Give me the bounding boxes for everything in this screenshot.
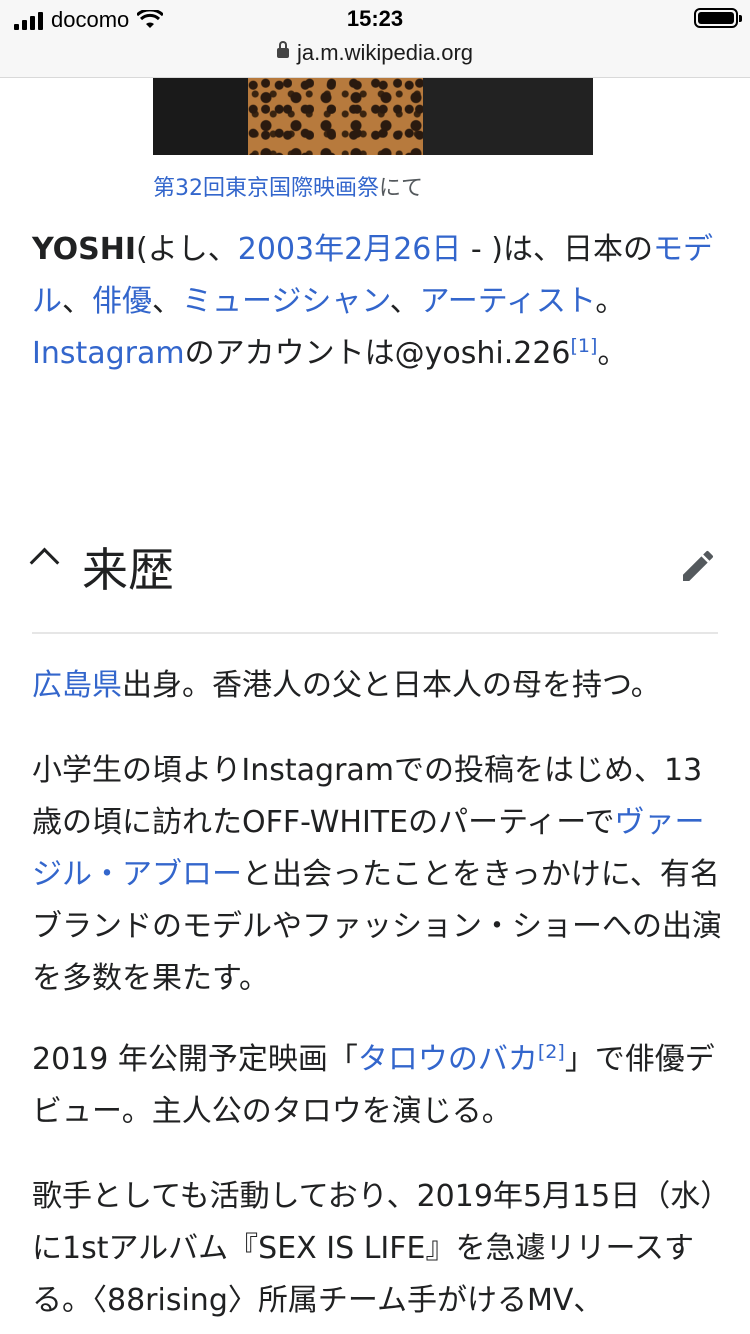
status-bar: docomo 15:23 ja.m.wikipedia.org (0, 0, 750, 78)
image-dark-area (423, 78, 593, 155)
p4-text: 歌手としても活動しており、2019年5月15日（水）に1stアルバム『SEX I… (32, 1179, 716, 1318)
reference-2[interactable]: [2] (538, 1041, 565, 1063)
instagram-link[interactable]: Instagram (32, 336, 185, 371)
caption-link[interactable]: 第32回東京国際映画祭 (153, 176, 379, 201)
paragraph-music: 歌手としても活動しており、2019年5月15日（水）に1stアルバム『SEX I… (32, 1171, 722, 1327)
paragraph-film: 2019 年公開予定映画「タロウのバカ[2]」で俳優デビュー。主人公のタロウを演… (32, 1034, 722, 1138)
paragraph-career: 小学生の頃よりInstagramでの投稿をはじめ、13歳の頃に訪れたOFF-WH… (32, 745, 722, 1005)
chevron-up-icon[interactable] (29, 547, 60, 578)
section-heading[interactable]: 来歴 (29, 530, 718, 634)
film-link[interactable]: タロウのバカ (358, 1042, 538, 1077)
p2-text-a: 小学生の頃よりInstagramでの投稿をはじめ、13歳の頃に訪れたOFF-WH… (32, 753, 703, 840)
p3-text-a: 2019 年公開予定映画「 (32, 1042, 358, 1077)
clock: 15:23 (346, 6, 404, 31)
paragraph-origin: 広島県出身。香港人の父と日本人の母を持つ。 (32, 660, 722, 712)
actor-link[interactable]: 俳優 (92, 284, 152, 319)
article-image[interactable] (153, 78, 593, 155)
hiroshima-link[interactable]: 広島県 (32, 668, 122, 703)
leopard-print (248, 78, 428, 155)
birthdate-link[interactable]: 2003年2月26日 (238, 232, 462, 267)
reference-1[interactable]: [1] (571, 335, 598, 357)
intro-text-1: (よし、 (136, 232, 238, 267)
battery-icon (694, 8, 742, 28)
image-caption: 第32回東京国際映画祭にて (153, 170, 423, 202)
caption-text: にて (379, 176, 424, 201)
pencil-icon[interactable] (678, 546, 718, 586)
intro-text-8: 。 (597, 336, 628, 371)
musician-link[interactable]: ミュージシャン (182, 284, 390, 319)
section-title: 来歴 (82, 543, 174, 597)
intro-text-7: のアカウントは@yoshi.226 (184, 336, 571, 371)
intro-text-6: 。 (595, 284, 626, 319)
intro-text-3: 、 (62, 284, 92, 319)
intro-paragraph: YOSHI(よし、2003年2月26日 - )は、日本のモデル、俳優、ミュージシ… (32, 224, 722, 380)
url-text: ja.m.wikipedia.org (296, 40, 474, 65)
intro-text-2: - )は、日本の (461, 232, 653, 267)
lock-icon (276, 41, 289, 59)
intro-text-4: 、 (152, 284, 182, 319)
p1-text: 出身。香港人の父と日本人の母を持つ。 (122, 668, 661, 703)
intro-text-5: 、 (389, 284, 420, 319)
subject-name: YOSHI (32, 232, 137, 267)
artist-link[interactable]: アーティスト (420, 284, 596, 319)
address-bar[interactable]: ja.m.wikipedia.org (0, 40, 750, 66)
